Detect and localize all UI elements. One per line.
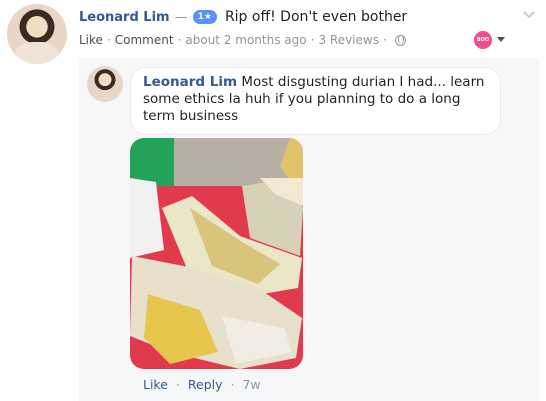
meta-separator: · bbox=[177, 33, 182, 47]
comment-author-name[interactable]: Leonard Lim bbox=[143, 74, 237, 90]
review-comment-link[interactable]: Comment bbox=[115, 33, 174, 47]
meta-separator: · bbox=[382, 33, 387, 47]
caret-down-icon[interactable] bbox=[497, 37, 505, 42]
rating-badge: 1★ bbox=[192, 10, 217, 24]
action-separator: · bbox=[175, 377, 180, 392]
review-author-avatar[interactable] bbox=[7, 4, 67, 64]
meta-separator: · bbox=[310, 33, 315, 47]
review-timestamp[interactable]: about 2 months ago bbox=[185, 33, 306, 47]
comment-timestamp[interactable]: 7w bbox=[242, 377, 260, 392]
review-header: Leonard Lim — 1★ Rip off! Don't even bot… bbox=[79, 7, 407, 27]
avatar-shirt bbox=[15, 42, 59, 64]
header-dash: — bbox=[174, 9, 188, 25]
reaction-icon[interactable]: BOO bbox=[474, 31, 492, 49]
meta-separator: · bbox=[106, 33, 111, 47]
comment-bubble: Leonard Lim Most disgusting durian I had… bbox=[130, 67, 501, 135]
review-like-link[interactable]: Like bbox=[79, 33, 103, 47]
globe-icon bbox=[394, 34, 406, 46]
comment-actions: Like · Reply · 7w bbox=[143, 377, 261, 392]
review-text: Rip off! Don't even bother bbox=[224, 9, 408, 25]
review-author-name[interactable]: Leonard Lim bbox=[79, 10, 170, 25]
comment-reply-link[interactable]: Reply bbox=[188, 377, 223, 392]
reviews-count-link[interactable]: 3 Reviews bbox=[318, 33, 379, 47]
review-meta: Like · Comment · about 2 months ago · 3 … bbox=[79, 33, 406, 47]
comment-author-avatar[interactable] bbox=[87, 66, 123, 102]
chevron-down-icon[interactable] bbox=[522, 8, 536, 22]
action-separator: · bbox=[230, 377, 235, 392]
comment-photo[interactable] bbox=[130, 138, 303, 369]
comment-like-link[interactable]: Like bbox=[143, 377, 168, 392]
